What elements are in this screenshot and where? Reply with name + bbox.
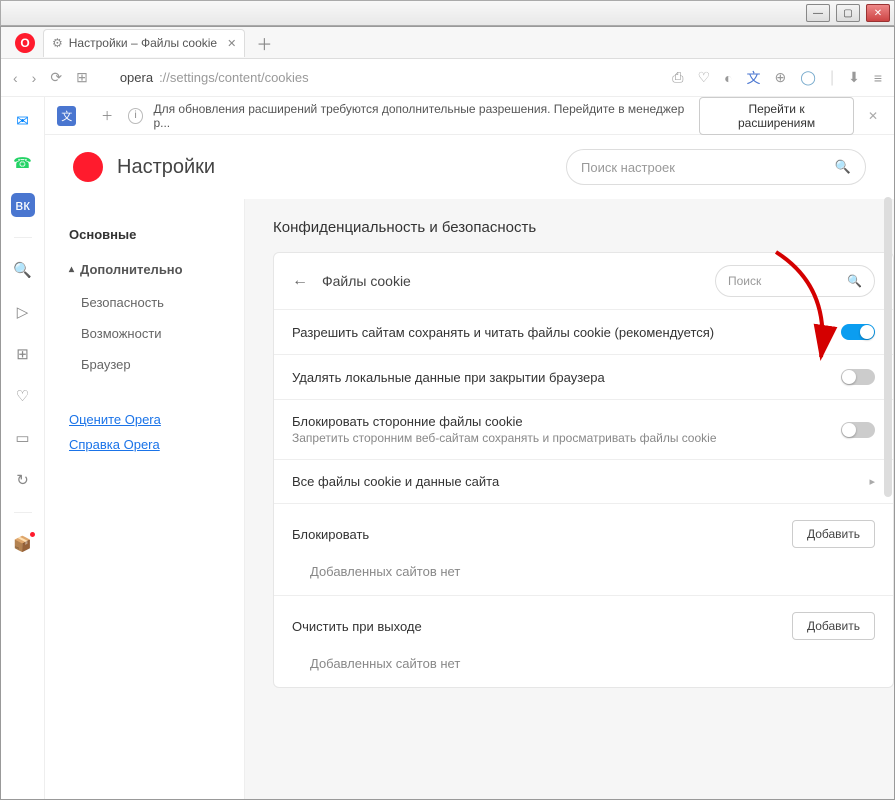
add-block-button[interactable]: Добавить bbox=[792, 520, 875, 548]
opera-logo-icon[interactable]: O bbox=[15, 33, 35, 53]
tab-strip: O ⚙ Настройки – Файлы cookie ✕ ＋ bbox=[1, 27, 894, 59]
card-search-placeholder: Поиск bbox=[728, 274, 761, 288]
row-block3p-sub: Запретить сторонним веб-сайтам сохранять… bbox=[292, 431, 829, 445]
extensions-icon[interactable]: 📦 bbox=[12, 533, 34, 555]
close-tab-icon[interactable]: ✕ bbox=[227, 37, 236, 50]
heart-icon[interactable]: ♡ bbox=[698, 69, 711, 86]
settings-nav: Основные ▴ Дополнительно Безопасность Во… bbox=[45, 199, 245, 799]
section-title: Конфиденциальность и безопасность bbox=[273, 219, 894, 236]
cookies-card: ← Файлы cookie Поиск 🔍 Разрешить сайтам … bbox=[273, 252, 894, 688]
notification-bar: 文 ＋ i Для обновления расширений требуютс… bbox=[45, 97, 894, 135]
left-sidebar-rail: ✉ ☎ вк 🔍 ▷ ⊞ ♡ ▭ ↻ 📦 bbox=[1, 97, 45, 799]
window-titlebar: — ▢ ✕ bbox=[0, 0, 895, 26]
chevron-right-icon: ▸ bbox=[869, 475, 875, 488]
search-icon: 🔍 bbox=[835, 159, 851, 175]
add-panel-button[interactable]: ＋ bbox=[96, 105, 117, 127]
settings-content: Конфиденциальность и безопасность ← Файл… bbox=[245, 199, 894, 799]
block-thirdparty-toggle[interactable] bbox=[841, 422, 875, 438]
nav-back-icon[interactable]: ‹ bbox=[13, 70, 18, 86]
clear-title: Очистить при выходе bbox=[292, 619, 422, 634]
row-clear-on-exit: Удалять локальные данные при закрытии бр… bbox=[274, 354, 893, 399]
row-clear-label: Удалять локальные данные при закрытии бр… bbox=[292, 370, 829, 385]
url-path: ://settings/content/cookies bbox=[159, 70, 309, 85]
download-icon[interactable]: ⬇ bbox=[848, 69, 860, 86]
news-icon[interactable]: ▭ bbox=[11, 426, 35, 450]
browser-tab[interactable]: ⚙ Настройки – Файлы cookie ✕ bbox=[43, 29, 245, 57]
vk-icon[interactable]: вк bbox=[11, 193, 35, 217]
window-minimize-button[interactable]: — bbox=[806, 4, 830, 22]
back-arrow-icon[interactable]: ← bbox=[292, 272, 308, 290]
go-to-extensions-button[interactable]: Перейти к расширениям bbox=[699, 97, 854, 135]
tab-title: Настройки – Файлы cookie bbox=[69, 36, 217, 50]
nav-basic[interactable]: Основные bbox=[45, 217, 244, 252]
nav-browser[interactable]: Браузер bbox=[45, 349, 244, 380]
row-block-thirdparty: Блокировать сторонние файлы cookie Запре… bbox=[274, 399, 893, 459]
flow-icon[interactable]: ▷ bbox=[11, 300, 35, 324]
nav-advanced[interactable]: ▴ Дополнительно bbox=[45, 252, 244, 287]
block-list-section: Блокировать Добавить Добавленных сайтов … bbox=[274, 503, 893, 595]
page-title: Настройки bbox=[117, 156, 215, 179]
speed-dial-rail-icon[interactable]: ⊞ bbox=[11, 342, 35, 366]
opera-logo-icon bbox=[73, 152, 103, 182]
address-bar: ‹ › ⟳ ⊞ opera ://settings/content/cookies… bbox=[1, 59, 894, 97]
search-placeholder: Поиск настроек bbox=[581, 160, 675, 175]
nav-security[interactable]: Безопасность bbox=[45, 287, 244, 318]
nav-forward-icon[interactable]: › bbox=[32, 70, 37, 86]
adblock-icon[interactable]: ◐ bbox=[724, 70, 732, 86]
window-maximize-button[interactable]: ▢ bbox=[836, 4, 860, 22]
cookies-search-input[interactable]: Поиск 🔍 bbox=[715, 265, 875, 297]
url-host: opera bbox=[120, 70, 153, 85]
row-all-cookies-label: Все файлы cookie и данные сайта bbox=[292, 474, 857, 489]
row-all-cookies[interactable]: Все файлы cookie и данные сайта ▸ bbox=[274, 459, 893, 503]
search-icon[interactable]: 🔍 bbox=[11, 258, 35, 282]
add-clear-button[interactable]: Добавить bbox=[792, 612, 875, 640]
speed-dial-icon[interactable]: ⊞ bbox=[76, 69, 88, 86]
rate-opera-link[interactable]: Оцените Opera bbox=[69, 412, 220, 427]
clear-on-exit-section: Очистить при выходе Добавить Добавленных… bbox=[274, 595, 893, 687]
person-icon[interactable]: ◯ bbox=[800, 69, 816, 86]
settings-search-input[interactable]: Поиск настроек 🔍 bbox=[566, 149, 866, 185]
info-icon: i bbox=[128, 108, 144, 124]
messenger-icon[interactable]: ✉ bbox=[11, 109, 35, 133]
window-close-button[interactable]: ✕ bbox=[866, 4, 890, 22]
settings-header: Настройки Поиск настроек 🔍 bbox=[45, 135, 894, 199]
block-empty-text: Добавленных сайтов нет bbox=[292, 564, 875, 579]
whatsapp-icon[interactable]: ☎ bbox=[11, 151, 35, 175]
nav-features[interactable]: Возможности bbox=[45, 318, 244, 349]
globe-icon[interactable]: ⊕ bbox=[775, 69, 787, 86]
nav-advanced-label: Дополнительно bbox=[80, 262, 183, 277]
new-tab-button[interactable]: ＋ bbox=[253, 32, 275, 54]
snapshot-icon[interactable]: ⎙ bbox=[672, 69, 683, 86]
clear-on-exit-toggle[interactable] bbox=[841, 369, 875, 385]
translate-icon[interactable]: 文 bbox=[747, 68, 761, 88]
notification-text: Для обновления расширений требуются допо… bbox=[153, 102, 689, 130]
url-field[interactable]: opera ://settings/content/cookies bbox=[120, 70, 658, 85]
clear-empty-text: Добавленных сайтов нет bbox=[292, 656, 875, 671]
history-icon[interactable]: ↻ bbox=[11, 468, 35, 492]
row-allow-label: Разрешить сайтам сохранять и читать файл… bbox=[292, 325, 829, 340]
chevron-up-icon: ▴ bbox=[69, 264, 74, 275]
easy-setup-icon[interactable]: ≡ bbox=[874, 70, 882, 86]
gear-icon: ⚙ bbox=[52, 36, 63, 50]
block-title: Блокировать bbox=[292, 527, 369, 542]
row-block3p-label: Блокировать сторонние файлы cookie bbox=[292, 414, 829, 429]
notification-close-icon[interactable]: ✕ bbox=[864, 109, 882, 123]
search-icon: 🔍 bbox=[847, 274, 862, 288]
row-allow-cookies: Разрешить сайтам сохранять и читать файл… bbox=[274, 309, 893, 354]
extension-badge-icon: 文 bbox=[57, 106, 76, 126]
reload-icon[interactable]: ⟳ bbox=[50, 69, 62, 86]
allow-cookies-toggle[interactable] bbox=[841, 324, 875, 340]
scrollbar[interactable] bbox=[884, 197, 892, 497]
card-title: Файлы cookie bbox=[322, 273, 411, 289]
bookmarks-icon[interactable]: ♡ bbox=[11, 384, 35, 408]
help-opera-link[interactable]: Справка Opera bbox=[69, 437, 220, 452]
